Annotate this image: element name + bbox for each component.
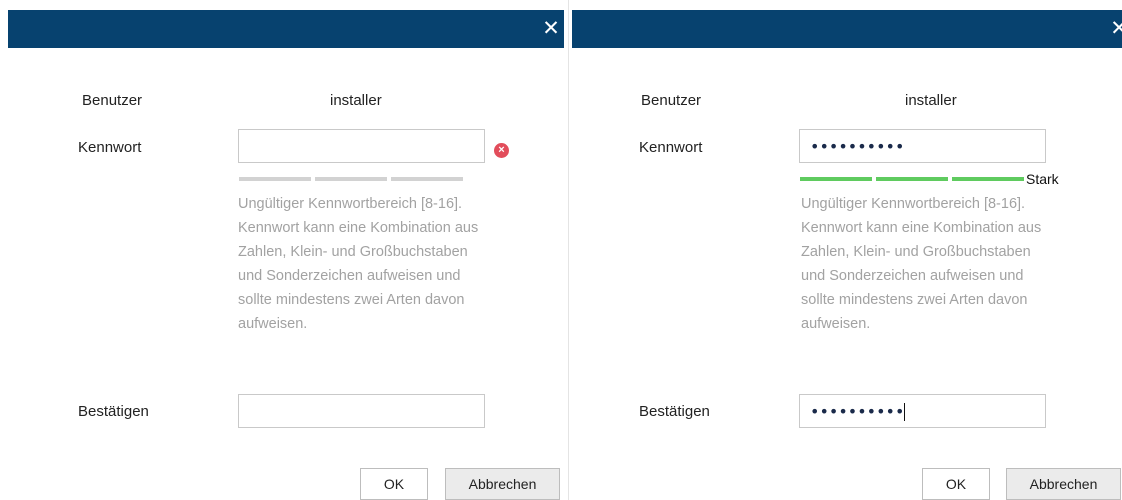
confirm-label: Bestätigen xyxy=(639,403,710,420)
strength-segment-1 xyxy=(239,177,311,181)
confirm-field[interactable]: •••••••••• xyxy=(799,394,1046,428)
user-value: installer xyxy=(330,92,382,109)
ok-button[interactable]: OK xyxy=(922,468,990,500)
password-label: Kennwort xyxy=(78,139,142,156)
strength-segment-2 xyxy=(315,177,387,181)
close-icon[interactable]: ✕ xyxy=(1108,10,1122,48)
panel-divider xyxy=(568,0,569,500)
password-mask: •••••••••• xyxy=(810,137,905,156)
cancel-button[interactable]: Abbrechen xyxy=(445,468,560,500)
strength-segment-3 xyxy=(952,177,1024,181)
cancel-button[interactable]: Abbrechen xyxy=(1006,468,1121,500)
password-field[interactable] xyxy=(238,129,485,163)
text-cursor xyxy=(904,403,905,421)
password-hint: Ungültiger Kennwortbereich [8-16]. Kennw… xyxy=(801,196,1042,332)
strength-label: Stark xyxy=(1026,171,1059,187)
dialog-titlebar: ✕ xyxy=(8,10,564,48)
password-dialog-right: ✕ Benutzer installer Kennwort ••••••••••… xyxy=(572,0,1122,500)
password-label: Kennwort xyxy=(639,139,703,156)
user-label: Benutzer xyxy=(82,92,143,109)
confirm-mask: •••••••••• xyxy=(810,402,905,421)
confirm-field[interactable] xyxy=(238,394,485,428)
error-x-circle-icon: × xyxy=(494,143,509,158)
strength-segment-2 xyxy=(876,177,948,181)
password-hint: Ungültiger Kennwortbereich [8-16]. Kennw… xyxy=(238,196,479,332)
user-value: installer xyxy=(905,92,957,109)
password-field[interactable]: •••••••••• xyxy=(799,129,1046,163)
user-label: Benutzer xyxy=(641,92,702,109)
confirm-label: Bestätigen xyxy=(78,403,149,420)
strength-segment-1 xyxy=(800,177,872,181)
ok-button[interactable]: OK xyxy=(360,468,428,500)
strength-segment-3 xyxy=(391,177,463,181)
dialog-titlebar: ✕ xyxy=(572,10,1122,48)
password-dialog-left: ✕ Benutzer installer Kennwort × Ungültig… xyxy=(0,0,567,500)
close-icon[interactable]: ✕ xyxy=(540,10,562,48)
